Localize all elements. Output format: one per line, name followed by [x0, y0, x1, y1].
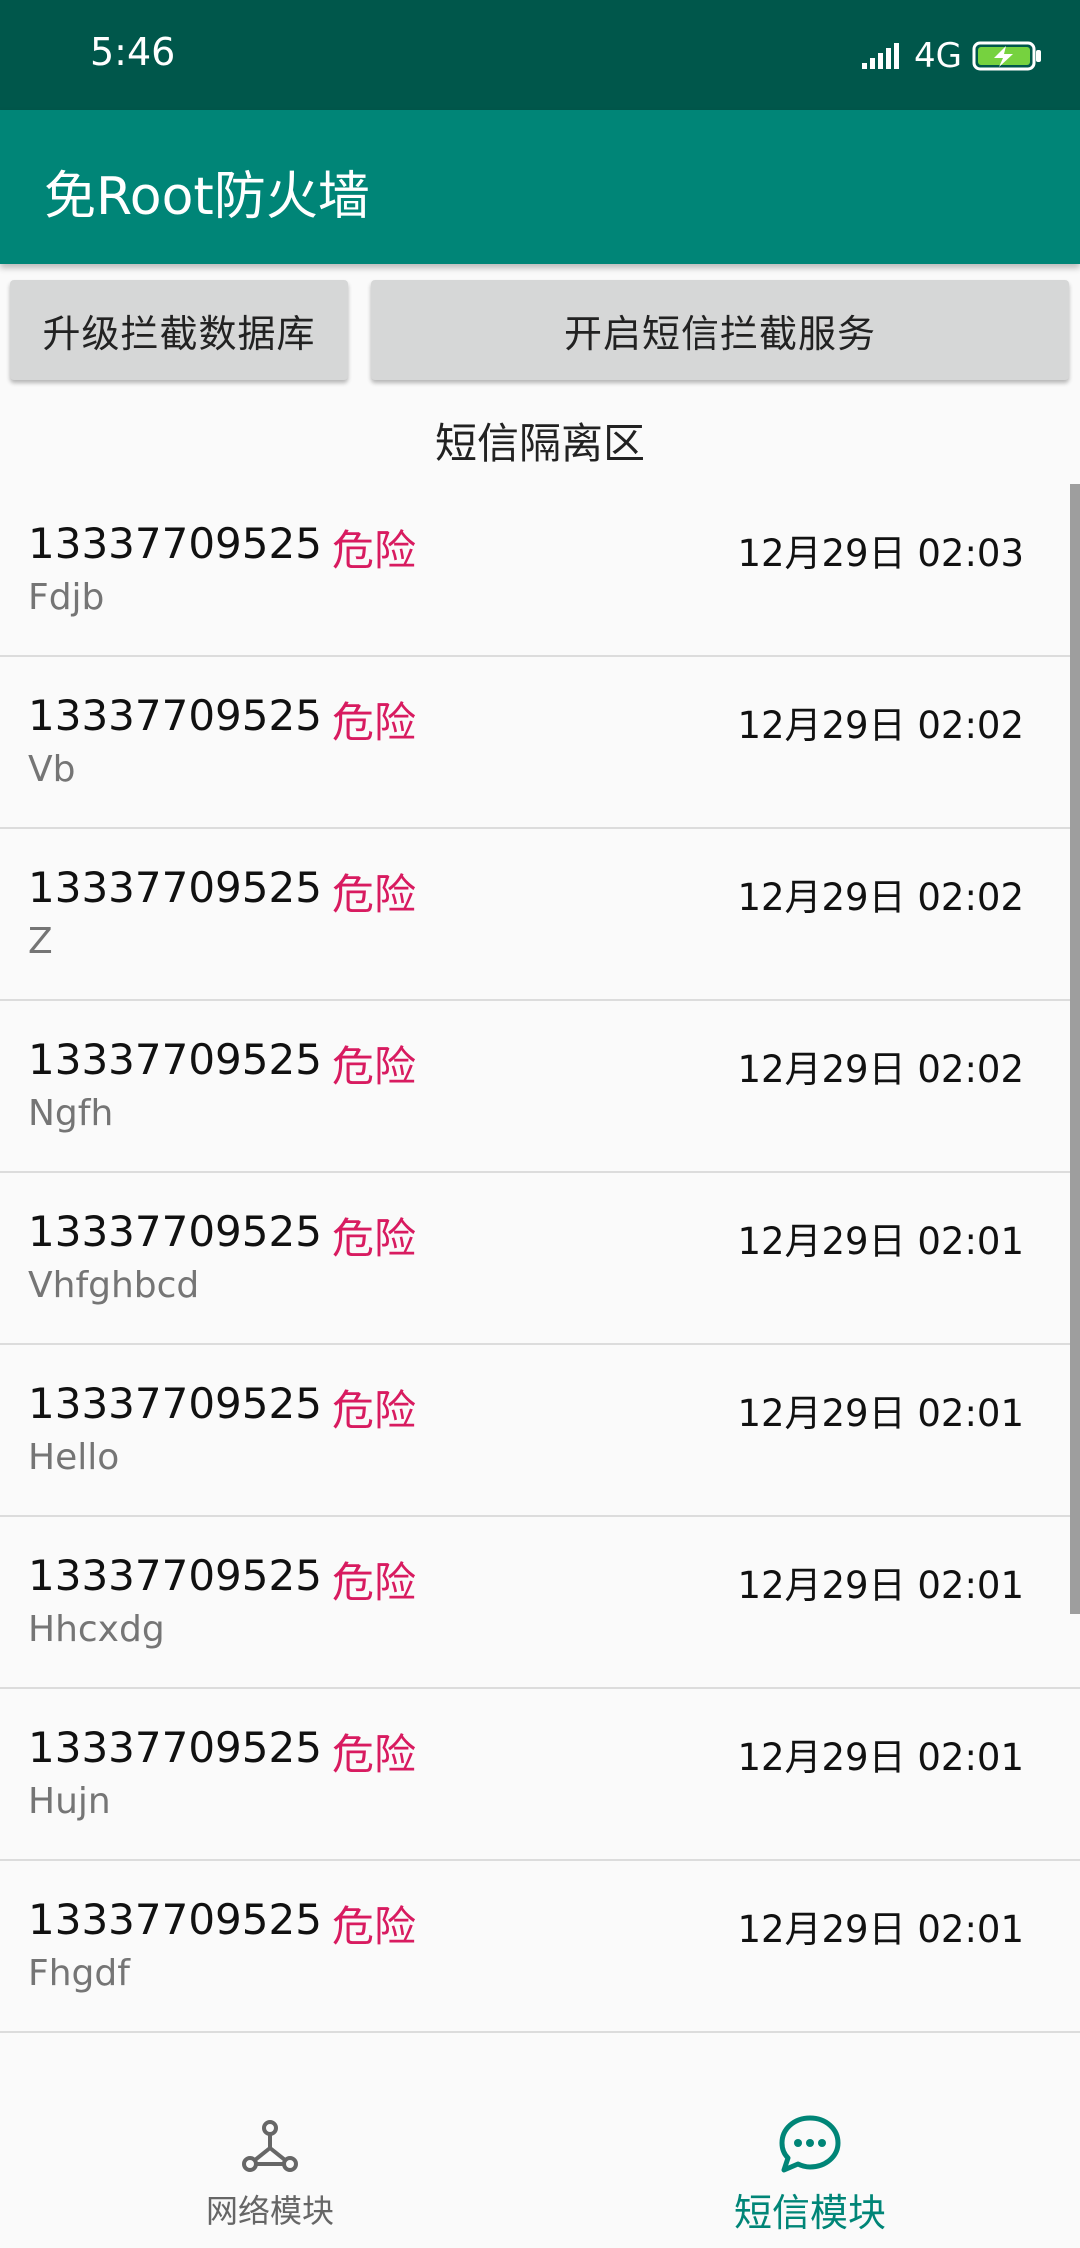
- network-nodes-icon: [242, 2120, 298, 2172]
- message-text: Ngfh: [28, 1093, 114, 1134]
- message-time: 12月29日 02:02: [737, 1048, 1024, 1091]
- nav-sms-label: 短信模块: [733, 2191, 886, 2235]
- message-text: Vhfghbcd: [28, 1265, 200, 1306]
- battery-charging-icon: [972, 41, 1041, 71]
- message-row[interactable]: 13337709525 危险: [0, 2033, 1080, 2060]
- section-title: 短信隔离区: [434, 419, 645, 468]
- message-text: Vb: [28, 749, 76, 790]
- message-time: 12月29日 02:01: [737, 1736, 1024, 1779]
- message-text: Fhgdf: [28, 1953, 130, 1994]
- message-row[interactable]: 13337709525 危险 12月29日 02:01 Hhcxdg: [0, 1517, 1080, 1689]
- upgrade-database-button[interactable]: 升级拦截数据库: [10, 280, 348, 380]
- sender-number: 13337709525: [28, 691, 322, 740]
- nav-sms-module[interactable]: 短信模块: [540, 2060, 1080, 2248]
- message-text: Hujn: [28, 1781, 111, 1822]
- danger-tag: 危险: [332, 526, 417, 575]
- message-row[interactable]: 13337709525 危险 12月29日 02:01 Vhfghbcd: [0, 1173, 1080, 1345]
- message-row[interactable]: 13337709525 危险 12月29日 02:01 Hujn: [0, 1689, 1080, 1861]
- message-row[interactable]: 13337709525 危险 12月29日 02:03 Fdjb: [0, 485, 1080, 657]
- nav-network-module[interactable]: 网络模块: [0, 2060, 540, 2248]
- message-time: 12月29日 02:01: [737, 1564, 1024, 1607]
- danger-tag: 危险: [332, 1902, 417, 1951]
- message-row[interactable]: 13337709525 危险 12月29日 02:01 Fhgdf: [0, 1861, 1080, 2033]
- app-bar: 免Root防火墙: [0, 110, 1080, 264]
- message-row[interactable]: 13337709525 危险 12月29日 02:02 Ngfh: [0, 1001, 1080, 1173]
- message-text: Hhcxdg: [28, 1609, 165, 1650]
- sender-number: 13337709525: [28, 1379, 322, 1428]
- danger-tag: 危险: [332, 1386, 417, 1435]
- sender-number: 13337709525: [28, 1551, 322, 1600]
- sender-number: 13337709525: [28, 1895, 322, 1944]
- message-list[interactable]: 13337709525 危险 12月29日 02:03 Fdjb 1333770…: [0, 485, 1080, 2060]
- message-time: 12月29日 02:02: [737, 876, 1024, 919]
- chat-bubble-icon: [779, 2115, 841, 2173]
- sender-number: 13337709525: [28, 1723, 322, 1772]
- message-row[interactable]: 13337709525 危险 12月29日 02:01 Hello: [0, 1345, 1080, 1517]
- sender-number: 13337709525: [28, 863, 322, 912]
- sender-number: 13337709525: [28, 1207, 322, 1256]
- sender-number: 13337709525: [28, 1035, 322, 1084]
- start-sms-service-button[interactable]: 开启短信拦截服务: [371, 280, 1069, 380]
- bottom-nav: 网络模块 短信模块: [0, 2060, 1080, 2248]
- danger-tag: 危险: [332, 1042, 417, 1091]
- danger-tag: 危险: [332, 1730, 417, 1779]
- app-title: 免Root防火墙: [44, 167, 370, 227]
- status-time: 5:46: [90, 30, 176, 74]
- danger-tag: 危险: [332, 1558, 417, 1607]
- message-text: Z: [28, 921, 53, 962]
- message-time: 12月29日 02:01: [737, 1392, 1024, 1435]
- message-time: 12月29日 02:02: [737, 704, 1024, 747]
- danger-tag: 危险: [332, 1214, 417, 1263]
- danger-tag: 危险: [332, 698, 417, 747]
- nav-network-label: 网络模块: [205, 2192, 334, 2230]
- list-scrollbar[interactable]: [1070, 484, 1080, 1614]
- danger-tag: 危险: [332, 870, 417, 919]
- status-indicators: 4G: [860, 36, 1042, 76]
- message-time: 12月29日 02:03: [737, 532, 1024, 575]
- message-time: 12月29日 02:01: [737, 1908, 1024, 1951]
- network-type: 4G: [914, 36, 962, 76]
- message-text: Hello: [28, 1437, 120, 1478]
- signal-icon: [862, 43, 900, 69]
- message-text: Fdjb: [28, 577, 105, 618]
- message-row[interactable]: 13337709525 危险 12月29日 02:02 Vb: [0, 657, 1080, 829]
- message-row[interactable]: 13337709525 危险 12月29日 02:02 Z: [0, 829, 1080, 1001]
- message-time: 12月29日 02:01: [737, 1220, 1024, 1263]
- status-bar: 5:46 4G: [0, 0, 1080, 110]
- sender-number: 13337709525: [28, 519, 322, 568]
